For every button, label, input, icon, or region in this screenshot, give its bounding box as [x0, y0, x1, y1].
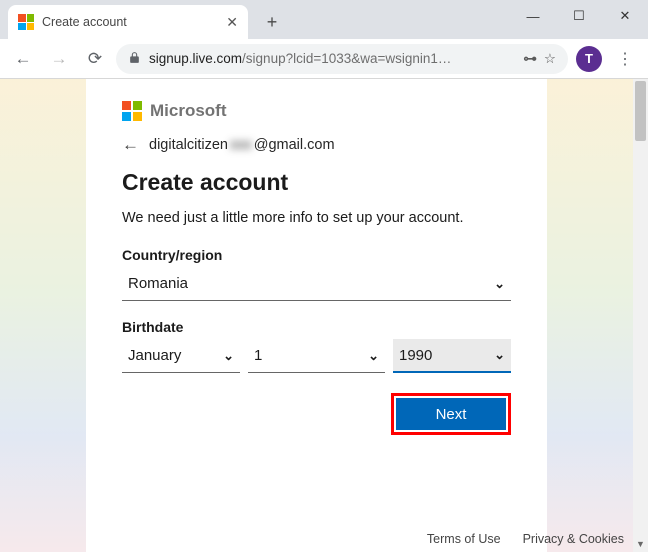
background-gradient-right	[543, 79, 633, 552]
actions-row: Next	[122, 393, 511, 435]
country-value: Romania	[128, 275, 494, 292]
minimize-button[interactable]: ―	[510, 0, 556, 32]
back-button[interactable]: ←	[8, 44, 38, 74]
chevron-down-icon: ⌄	[494, 347, 505, 363]
country-field: Country/region Romania ⌄	[122, 247, 511, 301]
reload-button[interactable]: ⟳	[80, 44, 110, 74]
scrollbar[interactable]: ▲ ▼	[633, 79, 648, 552]
birth-year-value: 1990	[399, 347, 494, 364]
browser-chrome: ― ☐ ✕ Create account ✕ + ← → ⟳ signup.li…	[0, 0, 648, 79]
birthdate-field: Birthdate January ⌄ 1 ⌄ 1990 ⌄	[122, 319, 511, 373]
browser-tab[interactable]: Create account ✕	[8, 5, 248, 39]
back-arrow-icon[interactable]: ←	[122, 135, 139, 155]
background-gradient-left	[0, 79, 90, 552]
profile-avatar[interactable]: T	[574, 44, 604, 74]
signup-card: Microsoft ← digitalcitizenxxx@gmail.com …	[86, 79, 547, 552]
birth-day-select[interactable]: 1 ⌄	[248, 339, 385, 373]
tab-favicon-icon	[18, 14, 34, 30]
close-tab-icon[interactable]: ✕	[226, 14, 238, 31]
lock-icon	[128, 51, 141, 67]
page-subtitle: We need just a little more info to set u…	[122, 208, 511, 229]
page-heading: Create account	[122, 169, 511, 196]
birthdate-label: Birthdate	[122, 319, 511, 335]
close-window-button[interactable]: ✕	[602, 0, 648, 32]
window-controls: ― ☐ ✕	[510, 0, 648, 32]
birth-month-select[interactable]: January ⌄	[122, 339, 240, 373]
address-bar[interactable]: signup.live.com/signup?lcid=1033&wa=wsig…	[116, 44, 568, 74]
birth-month-value: January	[128, 347, 223, 364]
terms-link[interactable]: Terms of Use	[427, 532, 501, 546]
url-text: signup.live.com/signup?lcid=1033&wa=wsig…	[149, 51, 515, 66]
country-select[interactable]: Romania ⌄	[122, 267, 511, 301]
country-label: Country/region	[122, 247, 511, 263]
birth-day-value: 1	[254, 347, 368, 364]
microsoft-logo-icon	[122, 101, 142, 121]
legal-footer: Terms of Use Privacy & Cookies	[427, 532, 624, 546]
identity-back-row[interactable]: ← digitalcitizenxxx@gmail.com	[122, 135, 511, 155]
identity-email: digitalcitizenxxx@gmail.com	[149, 137, 335, 153]
next-button-highlight: Next	[391, 393, 511, 435]
next-button[interactable]: Next	[396, 398, 506, 430]
birth-year-select[interactable]: 1990 ⌄	[393, 339, 511, 373]
scrollbar-thumb[interactable]	[635, 81, 646, 141]
browser-menu-button[interactable]: ⋮	[610, 44, 640, 74]
browser-toolbar: ← → ⟳ signup.live.com/signup?lcid=1033&w…	[0, 39, 648, 79]
page-viewport: Microsoft ← digitalcitizenxxx@gmail.com …	[0, 79, 648, 552]
new-tab-button[interactable]: +	[258, 8, 286, 36]
star-icon[interactable]: ☆	[544, 51, 556, 67]
chevron-down-icon: ⌄	[494, 276, 505, 292]
microsoft-logo: Microsoft	[122, 101, 511, 121]
microsoft-logo-text: Microsoft	[150, 101, 227, 121]
scroll-down-button[interactable]: ▼	[633, 536, 648, 552]
privacy-link[interactable]: Privacy & Cookies	[523, 532, 624, 546]
chevron-down-icon: ⌄	[223, 348, 234, 364]
tab-title: Create account	[42, 15, 218, 29]
chevron-down-icon: ⌄	[368, 348, 379, 364]
maximize-button[interactable]: ☐	[556, 0, 602, 32]
key-icon[interactable]: ⊶	[523, 51, 536, 67]
forward-button[interactable]: →	[44, 44, 74, 74]
